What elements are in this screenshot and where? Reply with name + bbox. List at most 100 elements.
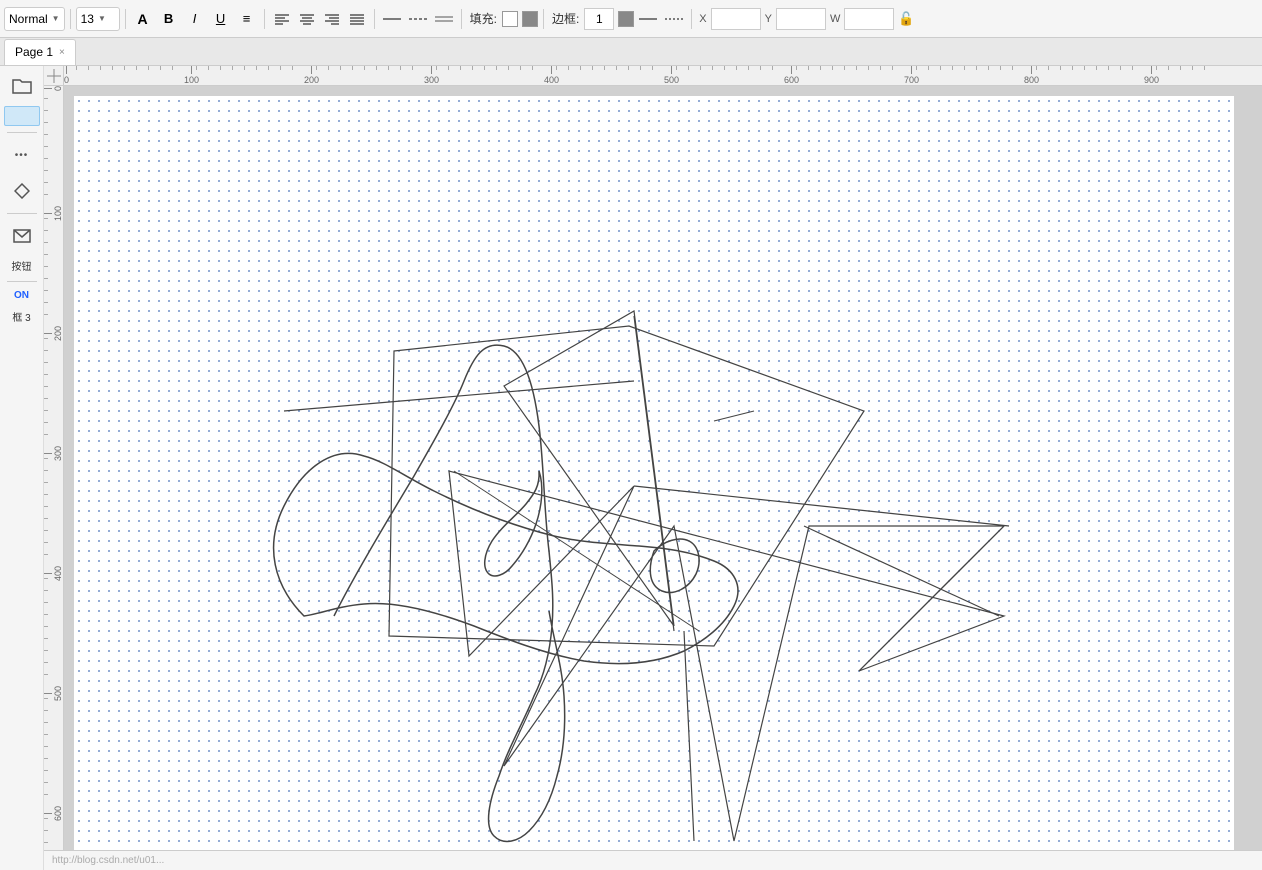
ruler-v-tick — [44, 674, 48, 675]
x-input[interactable] — [711, 8, 761, 30]
drawing-canvas[interactable] — [74, 96, 1234, 870]
canvas-area: 0100200300400500600700800900 01002003004… — [44, 66, 1262, 870]
tab-page1[interactable]: Page 1 × — [4, 39, 76, 65]
fill-color-gray[interactable] — [522, 11, 538, 27]
line8 — [859, 526, 1004, 671]
line2 — [714, 411, 754, 421]
ruler-h-tick — [1084, 66, 1085, 70]
align-justify-icon — [350, 13, 364, 25]
ruler-v-tick — [44, 602, 48, 603]
sidebar-more-btn[interactable]: ••• — [6, 139, 38, 171]
ruler-h-tick — [1168, 66, 1169, 70]
ruler-h-tick — [388, 66, 389, 70]
align-center-button[interactable] — [295, 7, 319, 31]
ruler-h-tick — [316, 66, 317, 70]
ruler-h-tick — [472, 66, 473, 70]
font-size-arrow: ▼ — [98, 14, 106, 23]
align-justify-button[interactable] — [345, 7, 369, 31]
ruler-h-tick — [760, 66, 761, 70]
ruler-h-tick — [484, 66, 485, 70]
font-size-dropdown[interactable]: 13 ▼ — [76, 7, 120, 31]
ruler-h-tick — [1120, 66, 1121, 70]
ruler-h-tick — [820, 66, 821, 70]
sidebar-folder-btn[interactable] — [6, 70, 38, 102]
vertical-ruler: 0100200300400500600 — [44, 86, 64, 870]
ruler-h-tick — [580, 66, 581, 70]
ruler-v-tick — [44, 506, 48, 507]
ruler-h-tick — [724, 66, 725, 70]
separator-3 — [264, 9, 265, 29]
border-color-box[interactable] — [618, 11, 634, 27]
ruler-v-tick — [44, 374, 48, 375]
ruler-v-tick — [44, 662, 48, 663]
italic-button[interactable]: I — [183, 7, 207, 31]
ruler-h-tick — [1204, 66, 1205, 70]
ruler-h-tick — [640, 66, 641, 70]
ruler-h-tick — [400, 66, 401, 70]
ruler-h-tick — [556, 66, 557, 70]
line-style2-button[interactable] — [406, 7, 430, 31]
ruler-corner — [44, 66, 64, 86]
sidebar-arrow-btn[interactable] — [6, 175, 38, 207]
ruler-v-tick — [44, 302, 48, 303]
sidebar-divider-3 — [7, 281, 37, 282]
crosshair-icon — [47, 69, 61, 83]
ruler-v-tick — [44, 338, 48, 339]
ruler-h-tick — [88, 66, 89, 70]
ruler-h-tick — [1072, 66, 1073, 70]
style-dropdown-label: Normal — [9, 12, 48, 26]
fill-color-white[interactable] — [502, 11, 518, 27]
list-button[interactable]: ≡ — [235, 7, 259, 31]
ruler-h-tick — [976, 66, 977, 70]
sidebar-selected-btn[interactable] — [4, 106, 40, 126]
lock-icon[interactable]: 🔓 — [898, 11, 914, 27]
ellipse-shape — [274, 453, 738, 663]
ruler-h-tick — [1132, 66, 1133, 70]
border-line1-icon — [639, 13, 657, 25]
font-button[interactable]: A — [131, 7, 155, 31]
canvas-row: 0100200300400500600 — [44, 86, 1262, 870]
style-dropdown[interactable]: Normal ▼ — [4, 7, 65, 31]
ruler-v-tick — [44, 494, 48, 495]
ruler-v-tick — [44, 230, 48, 231]
align-right-icon — [325, 13, 339, 25]
y-input[interactable] — [776, 8, 826, 30]
bold-button[interactable]: B — [157, 7, 181, 31]
ruler-h-tick — [652, 66, 653, 70]
ruler-h-tick — [280, 66, 281, 70]
sidebar-button-label[interactable]: 按钮 — [8, 256, 36, 275]
line6 — [684, 631, 694, 841]
border-line2-icon — [665, 13, 683, 25]
align-left-button[interactable] — [270, 7, 294, 31]
ruler-h-tick — [568, 66, 569, 70]
diamond-icon — [14, 183, 30, 199]
border-style2-button[interactable] — [662, 7, 686, 31]
line-style1-icon — [383, 13, 401, 25]
underline-button[interactable]: U — [209, 7, 233, 31]
border-width-input[interactable]: 1 — [584, 8, 614, 30]
tab-close-button[interactable]: × — [59, 47, 65, 58]
ruler-h-tick — [628, 66, 629, 70]
ruler-v-tick — [44, 314, 48, 315]
ruler-h-tick — [592, 66, 593, 70]
separator-5 — [461, 9, 462, 29]
w-input[interactable] — [844, 8, 894, 30]
ruler-h-tick — [604, 66, 605, 70]
ruler-v-tick — [44, 146, 48, 147]
ruler-v-tick — [44, 530, 48, 531]
ruler-v-tick — [44, 518, 48, 519]
ruler-v-tick — [44, 98, 48, 99]
separator-4 — [374, 9, 375, 29]
ruler-h-tick — [616, 66, 617, 70]
ruler-h-tick — [1012, 66, 1013, 70]
tabbar: Page 1 × — [0, 38, 1262, 66]
ruler-v-tick — [44, 362, 48, 363]
ruler-h-tick — [508, 66, 509, 70]
line-style3-button[interactable] — [432, 7, 456, 31]
canvas-scroll[interactable] — [64, 86, 1262, 870]
border-style1-button[interactable] — [636, 7, 660, 31]
sidebar-envelope-btn[interactable] — [6, 220, 38, 252]
line-style1-button[interactable] — [380, 7, 404, 31]
ruler-h-tick — [1036, 66, 1037, 70]
align-right-button[interactable] — [320, 7, 344, 31]
